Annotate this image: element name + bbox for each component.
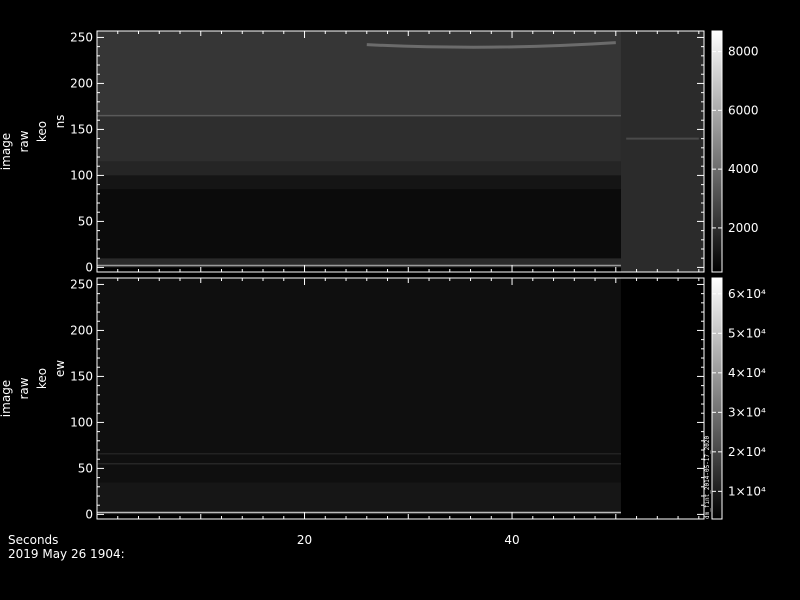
top-colorbar-tick-label: 2000 xyxy=(728,221,759,235)
bottom-colorbar-tick-label: 1×10⁴ xyxy=(728,484,766,498)
top-intensity-band xyxy=(97,161,621,176)
bottom-y-tick-label: 250 xyxy=(70,277,93,291)
top-after-data-region xyxy=(620,31,704,272)
top-colorbar-tick-label: 4000 xyxy=(728,162,759,176)
bottom-colorbar-tick-label: 5×10⁴ xyxy=(728,326,766,340)
top-y-axis-label-line: image xyxy=(0,133,13,170)
bottom-y-tick-label: 150 xyxy=(70,369,93,383)
top-y-axis-label-line: keo xyxy=(35,121,49,142)
top-y-tick-label: 50 xyxy=(78,214,93,228)
bottom-colorbar xyxy=(711,277,723,520)
x-tick-label: 20 xyxy=(297,533,312,547)
bottom-after-data-region xyxy=(620,278,704,519)
bottom-y-tick-label: 100 xyxy=(70,415,93,429)
bottom-panel: 0 50 100 150 200 250 20 40 image raw keo ew 1×10⁴ 2×1… xyxy=(0,277,766,547)
top-y-axis-label-line: raw xyxy=(17,130,31,152)
bottom-intensity-band xyxy=(97,482,621,515)
keogram-figure: 050100150200250image raw keo ns200040006000… xyxy=(0,0,800,600)
date-label: 2019 May 26 1904: xyxy=(8,547,125,561)
x-tick-label: 40 xyxy=(504,533,519,547)
top-panel: 0 50 100 150 200 250 image raw keo ns 2000 4000 6000… xyxy=(0,30,759,274)
bottom-y-axis-label-line: image xyxy=(0,380,13,417)
bottom-colorbar-tick-label: 4×10⁴ xyxy=(728,366,766,380)
bottom-y-axis-label-line: raw xyxy=(17,377,31,399)
top-y-tick-label: 100 xyxy=(70,168,93,182)
bottom-y-axis-label-line: ew xyxy=(53,360,67,377)
top-intensity-band xyxy=(97,115,621,162)
colorbar-side-text: dm_fint_2014-05-17_2020 xyxy=(704,436,711,519)
top-y-tick-label: 0 xyxy=(85,260,93,274)
top-y-axis-label-line: ns xyxy=(53,115,67,129)
top-colorbar xyxy=(711,30,723,273)
top-y-tick-label: 250 xyxy=(70,30,93,44)
bottom-y-tick-label: 200 xyxy=(70,323,93,337)
bottom-y-tick-label: 0 xyxy=(85,507,93,521)
x-axis-label: Seconds xyxy=(8,533,58,547)
top-intensity-band xyxy=(97,175,621,190)
bottom-colorbar-tick-label: 3×10⁴ xyxy=(728,405,766,419)
bottom-y-axis-label-line: keo xyxy=(35,368,49,389)
top-y-tick-label: 200 xyxy=(70,76,93,90)
bottom-colorbar-tick-label: 2×10⁴ xyxy=(728,445,766,459)
bottom-intensity-band xyxy=(97,278,621,483)
top-colorbar-tick-label: 8000 xyxy=(728,45,759,59)
top-intensity-band xyxy=(97,31,621,116)
bottom-y-tick-label: 50 xyxy=(78,461,93,475)
top-colorbar-tick-label: 6000 xyxy=(728,103,759,117)
top-y-tick-label: 150 xyxy=(70,122,93,136)
bottom-colorbar-tick-label: 6×10⁴ xyxy=(728,287,766,301)
top-intensity-band xyxy=(97,189,621,259)
